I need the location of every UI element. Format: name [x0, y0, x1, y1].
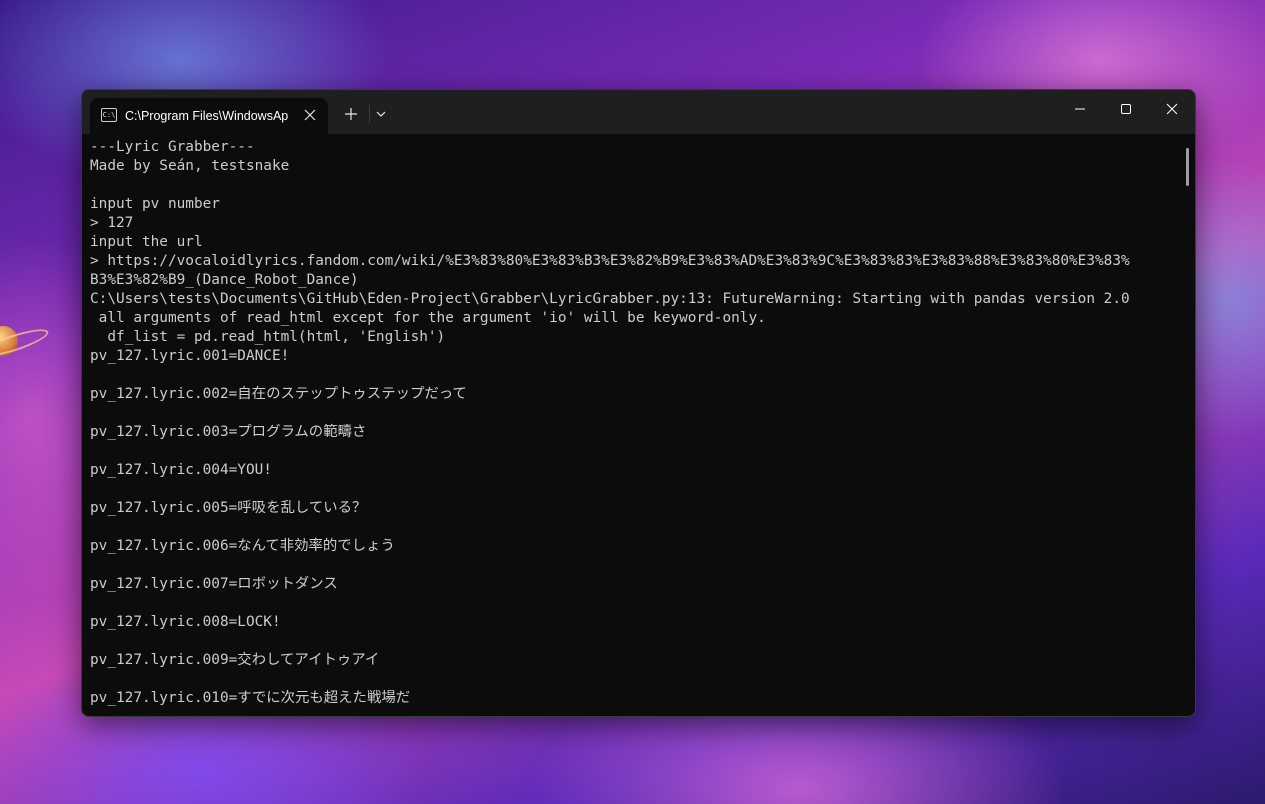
scrollbar-thumb[interactable]: [1186, 148, 1189, 186]
minimize-icon: [1075, 108, 1085, 110]
tab-title: C:\Program Files\WindowsAp: [125, 109, 289, 123]
terminal-line: df_list = pd.read_html(html, 'English'): [90, 329, 446, 345]
maximize-button[interactable]: [1103, 90, 1149, 128]
title-bar[interactable]: C:\ C:\Program Files\WindowsAp: [82, 90, 1195, 134]
vertical-scrollbar[interactable]: [1186, 142, 1190, 712]
terminal-output[interactable]: ---Lyric Grabber--- Made by Seán, testsn…: [90, 138, 1180, 714]
terminal-line: > https://vocaloidlyrics.fandom.com/wiki…: [90, 253, 1130, 269]
terminal-line: pv_127.lyric.002=自在のステップトゥステップだって: [90, 386, 467, 402]
terminal-line: C:\Users\tests\Documents\GitHub\Eden-Pro…: [90, 291, 1130, 307]
new-tab-plus-icon[interactable]: [341, 104, 361, 124]
terminal-line: pv_127.lyric.001=DANCE!: [90, 348, 290, 364]
terminal-line: > 127: [90, 215, 134, 231]
terminal-line: input pv number: [90, 196, 220, 212]
terminal-line: B3%E3%82%B9_(Dance_Robot_Dance): [90, 272, 359, 288]
terminal-window: C:\ C:\Program Files\WindowsAp ---Lyric …: [81, 89, 1196, 717]
chevron-down-icon[interactable]: [371, 104, 391, 124]
minimize-button[interactable]: [1057, 90, 1103, 128]
terminal-line: pv_127.lyric.009=交わしてアイトゥアイ: [90, 652, 380, 668]
close-icon: [1166, 103, 1178, 115]
tab-close-icon[interactable]: [300, 105, 320, 125]
close-window-button[interactable]: [1149, 90, 1195, 128]
terminal-icon: C:\: [101, 108, 117, 122]
terminal-line: pv_127.lyric.004=YOU!: [90, 462, 272, 478]
terminal-line: pv_127.lyric.005=呼吸を乱している？: [90, 500, 367, 516]
terminal-line: all arguments of read_html except for th…: [90, 310, 766, 326]
terminal-line: pv_127.lyric.008=LOCK!: [90, 614, 281, 630]
tab-separator: [369, 105, 370, 123]
terminal-tab[interactable]: C:\ C:\Program Files\WindowsAp: [90, 98, 328, 134]
terminal-line: input the url: [90, 234, 203, 250]
terminal-line: pv_127.lyric.003=プログラムの範疇さ: [90, 424, 367, 440]
maximize-icon: [1121, 104, 1131, 114]
terminal-line: Made by Seán, testsnake: [90, 158, 290, 174]
terminal-line: pv_127.lyric.010=すでに次元も超えた戦場だ: [90, 690, 411, 706]
terminal-line: pv_127.lyric.006=なんて非効率的でしょう: [90, 538, 395, 554]
terminal-line: ---Lyric Grabber---: [90, 139, 255, 155]
terminal-line: pv_127.lyric.007=ロボットダンス: [90, 576, 338, 592]
